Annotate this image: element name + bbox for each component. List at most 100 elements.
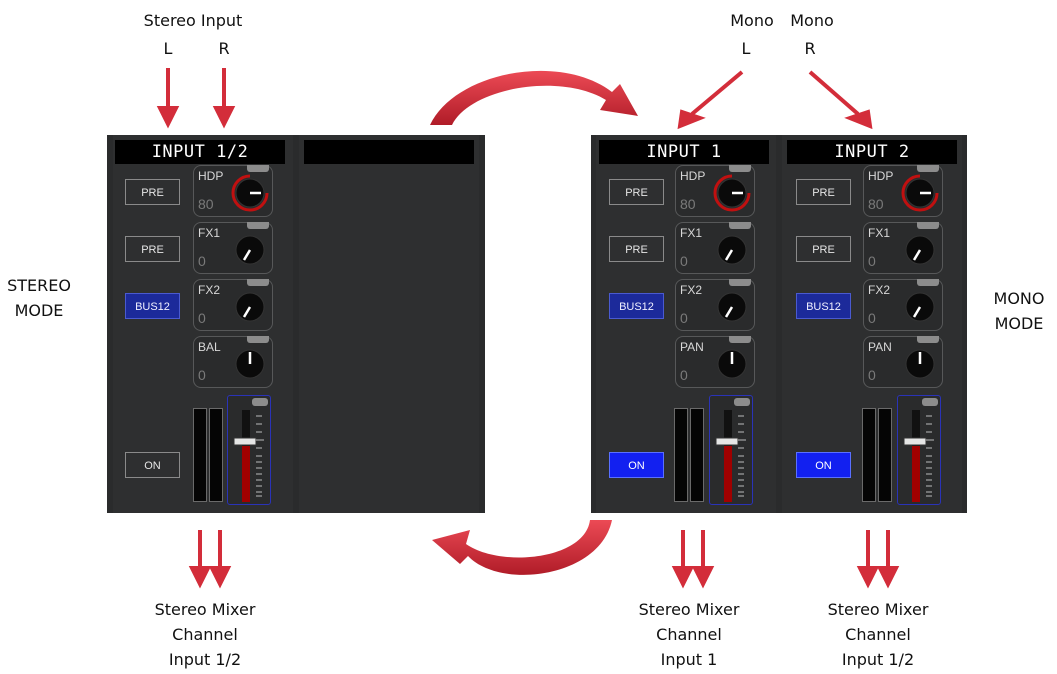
bus12-button[interactable]: BUS12 <box>609 293 664 319</box>
knob-tab <box>729 279 751 286</box>
knob-value: 80 <box>198 196 214 212</box>
on-button[interactable]: ON <box>796 452 851 478</box>
stereo-mode-panel: INPUT 1/2 PRE PRE BUS12 ON HDP 80 FX1 0 … <box>107 135 485 513</box>
knob-tab <box>917 279 939 286</box>
mono-r-arrow <box>808 70 873 130</box>
level-meter-right <box>209 408 223 502</box>
fx1-knob[interactable]: FX1 0 <box>675 222 755 274</box>
stereo-strip-second-title <box>304 140 474 164</box>
knob-tab <box>247 165 269 172</box>
fx1-knob-icon <box>905 235 935 265</box>
fx2-knob[interactable]: FX2 0 <box>193 279 273 331</box>
fader-icon <box>715 398 750 502</box>
knob-value: 0 <box>868 253 876 269</box>
knob-label: FX2 <box>198 283 221 297</box>
knob-label: FX2 <box>868 283 891 297</box>
knob-label: PAN <box>868 340 892 354</box>
mono1-output-label: Stereo Mixer Channel Input 1 <box>638 600 740 669</box>
fx2-knob-icon <box>717 292 747 322</box>
knob-tab <box>247 336 269 343</box>
mono2-output-label: Stereo Mixer Channel Input 1/2 <box>827 600 929 669</box>
knob-label: BAL <box>198 340 221 354</box>
stereo-strip-empty <box>299 135 479 513</box>
on-button[interactable]: ON <box>609 452 664 478</box>
fx1-knob[interactable]: FX1 0 <box>863 222 943 274</box>
pre-button-fx1[interactable]: PRE <box>796 236 851 262</box>
fx2-knob-icon <box>235 292 265 322</box>
mono-r-label: R <box>804 39 816 58</box>
knob-label: FX1 <box>198 226 221 240</box>
knob-label: FX1 <box>868 226 891 240</box>
mono-l-top-label: Mono <box>730 11 774 30</box>
knob-tab <box>729 165 751 172</box>
knob-label: HDP <box>680 169 706 183</box>
knob-tab <box>729 336 751 343</box>
fx2-knob[interactable]: FX2 0 <box>863 279 943 331</box>
knob-value: 0 <box>680 310 688 326</box>
fx2-knob[interactable]: FX2 0 <box>675 279 755 331</box>
stereo-input-r-arrow <box>212 68 236 129</box>
knob-label: HDP <box>868 169 894 183</box>
pan-knob-icon <box>717 349 747 379</box>
mono-strip-1-title: INPUT 1 <box>599 140 769 164</box>
knob-label: FX2 <box>680 283 703 297</box>
mono1-output-arrows <box>671 530 715 589</box>
volume-fader[interactable] <box>897 395 941 505</box>
pre-button-hdp[interactable]: PRE <box>796 179 851 205</box>
hdp-knob[interactable]: HDP 80 <box>193 165 273 217</box>
hdp-knob-icon <box>713 174 751 212</box>
knob-tab <box>917 336 939 343</box>
knob-value: 0 <box>868 310 876 326</box>
pre-button-hdp[interactable]: PRE <box>609 179 664 205</box>
pre-button-fx1[interactable]: PRE <box>125 236 180 262</box>
pre-button-fx1[interactable]: PRE <box>609 236 664 262</box>
hdp-knob-icon <box>231 174 269 212</box>
level-meter-left <box>674 408 688 502</box>
stereo-input-label: Stereo Input <box>143 11 243 30</box>
mono2-output-arrows <box>856 530 900 589</box>
fx1-knob-icon <box>717 235 747 265</box>
knob-label: HDP <box>198 169 224 183</box>
knob-label: FX1 <box>680 226 703 240</box>
mono-mode-label: MONO MODE <box>993 289 1045 333</box>
knob-tab <box>729 222 751 229</box>
knob-value: 0 <box>680 367 688 383</box>
bus12-button[interactable]: BUS12 <box>125 293 180 319</box>
level-meter-right <box>690 408 704 502</box>
pan-knob[interactable]: PAN 0 <box>675 336 755 388</box>
volume-fader[interactable] <box>709 395 753 505</box>
fx2-knob-icon <box>905 292 935 322</box>
knob-tab <box>247 279 269 286</box>
level-meter-left <box>862 408 876 502</box>
stereo-mode-label: STEREO MODE <box>7 276 71 320</box>
knob-value: 0 <box>868 367 876 383</box>
level-meter-right <box>878 408 892 502</box>
fader-icon <box>233 398 268 502</box>
pan-knob[interactable]: PAN 0 <box>863 336 943 388</box>
level-meter-left <box>193 408 207 502</box>
hdp-knob[interactable]: HDP 80 <box>863 165 943 217</box>
stereo-input-r-label: R <box>218 39 230 58</box>
pan-knob-icon <box>905 349 935 379</box>
mono-strip-2-title: INPUT 2 <box>787 140 957 164</box>
fader-icon <box>903 398 938 502</box>
pre-button-hdp[interactable]: PRE <box>125 179 180 205</box>
hdp-knob[interactable]: HDP 80 <box>675 165 755 217</box>
curved-arrow-top <box>430 70 638 125</box>
mono-l-arrow <box>677 70 744 130</box>
mono-l-label: L <box>741 39 751 58</box>
bal-knob-icon <box>235 349 265 379</box>
mono-r-top-label: Mono <box>790 11 834 30</box>
knob-value: 0 <box>198 367 206 383</box>
on-button[interactable]: ON <box>125 452 180 478</box>
volume-fader[interactable] <box>227 395 271 505</box>
fx1-knob[interactable]: FX1 0 <box>193 222 273 274</box>
stereo-output-label: Stereo Mixer Channel Input 1/2 <box>154 600 256 669</box>
bal-knob[interactable]: BAL 0 <box>193 336 273 388</box>
stereo-input-l-arrow <box>156 68 180 129</box>
knob-label: PAN <box>680 340 704 354</box>
bus12-button[interactable]: BUS12 <box>796 293 851 319</box>
knob-value: 80 <box>680 196 696 212</box>
fx1-knob-icon <box>235 235 265 265</box>
mono-mode-panel: INPUT 1 PRE PRE BUS12 ON HDP 80 FX1 0 FX… <box>591 135 967 513</box>
